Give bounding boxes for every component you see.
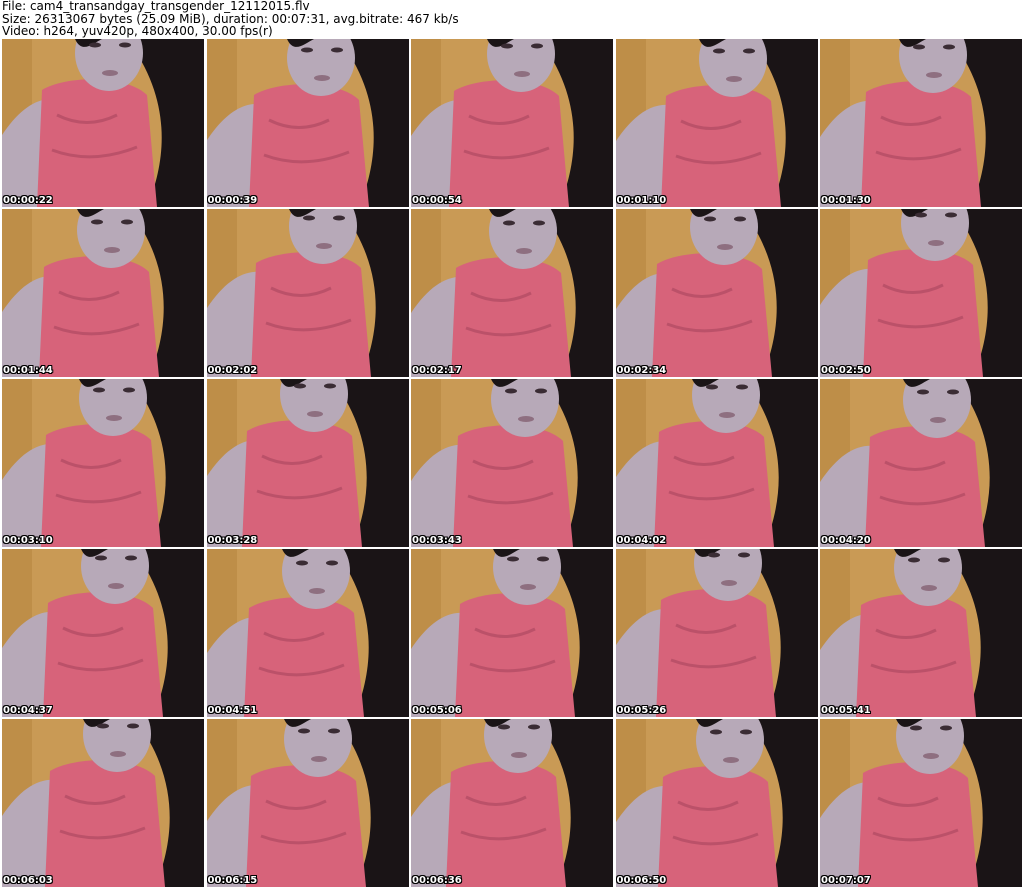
frame-timestamp: 00:00:22: [3, 195, 53, 206]
frame-timestamp: 00:03:43: [412, 535, 462, 546]
thumbnail-frame: 00:04:37: [2, 549, 204, 717]
frame-timestamp: 00:04:51: [207, 705, 258, 716]
frame-timestamp: 00:05:06: [412, 705, 462, 716]
video-frame-image: [2, 549, 204, 717]
video-frame-image: [615, 719, 818, 887]
video-frame-image: [820, 549, 1022, 717]
thumbnail-frame: 00:07:07: [820, 719, 1022, 887]
video-frame-image: [615, 549, 818, 717]
video-frame-image: [411, 379, 613, 547]
video-frame-image: [820, 379, 1022, 547]
thumbnail-frame: 00:04:51: [206, 549, 409, 717]
video-frame-image: [2, 39, 204, 207]
frame-timestamp: 00:00:54: [412, 195, 462, 206]
thumbnail-frame: 00:03:43: [411, 379, 613, 547]
video-frame-image: [2, 379, 204, 547]
frame-timestamp: 00:06:50: [616, 875, 667, 886]
frame-timestamp: 00:02:02: [207, 365, 258, 376]
thumbnail-frame: 00:01:10: [615, 39, 818, 207]
frame-timestamp: 00:01:30: [821, 195, 871, 206]
thumbnail-frame: 00:02:02: [206, 209, 409, 377]
thumbnail-frame: 00:06:50: [615, 719, 818, 887]
frame-timestamp: 00:01:44: [3, 365, 53, 376]
frame-timestamp: 00:04:20: [821, 535, 871, 546]
video-frame-image: [2, 719, 204, 887]
video-frame-image: [2, 209, 204, 377]
frame-timestamp: 00:06:36: [412, 875, 462, 886]
thumbnail-frame: 00:03:10: [2, 379, 204, 547]
video-frame-image: [206, 719, 409, 887]
video-frame-image: [206, 39, 409, 207]
video-frame-image: [206, 379, 409, 547]
thumbnail-frame: 00:06:36: [411, 719, 613, 887]
frame-timestamp: 00:06:15: [207, 875, 258, 886]
frame-timestamp: 00:02:34: [616, 365, 667, 376]
frame-timestamp: 00:02:17: [412, 365, 462, 376]
video-frame-image: [820, 719, 1022, 887]
thumbnail-frame: 00:05:26: [615, 549, 818, 717]
frame-timestamp: 00:03:10: [3, 535, 53, 546]
thumbnail-frame: 00:04:02: [615, 379, 818, 547]
thumbnail-frame: 00:05:06: [411, 549, 613, 717]
thumbnail-frame: 00:02:34: [615, 209, 818, 377]
thumbnail-frame: 00:00:22: [2, 39, 204, 207]
thumbnail-frame: 00:02:50: [820, 209, 1022, 377]
video-frame-image: [820, 39, 1022, 207]
file-name-line: File: cam4_transandgay_transgender_12112…: [2, 0, 310, 13]
thumbnail-frame: 00:06:15: [206, 719, 409, 887]
thumbnail-frame: 00:06:03: [2, 719, 204, 887]
frame-timestamp: 00:04:02: [616, 535, 667, 546]
video-frame-image: [411, 719, 613, 887]
frame-timestamp: 00:02:50: [821, 365, 871, 376]
thumbnail-frame: 00:01:44: [2, 209, 204, 377]
frame-timestamp: 00:05:26: [616, 705, 667, 716]
thumbnail-frame: 00:04:20: [820, 379, 1022, 547]
video-frame-image: [615, 379, 818, 547]
video-frame-image: [411, 209, 613, 377]
thumbnail-frame: 00:00:54: [411, 39, 613, 207]
frame-timestamp: 00:00:39: [207, 195, 258, 206]
video-frame-image: [411, 549, 613, 717]
frame-timestamp: 00:05:41: [821, 705, 871, 716]
video-frame-image: [411, 39, 613, 207]
thumbnail-frame: 00:05:41: [820, 549, 1022, 717]
file-info-header: File: cam4_transandgay_transgender_12112…: [2, 0, 1022, 38]
video-frame-image: [206, 549, 409, 717]
video-frame-image: [206, 209, 409, 377]
frame-timestamp: 00:06:03: [3, 875, 53, 886]
thumbnail-frame: 00:01:30: [820, 39, 1022, 207]
frame-timestamp: 00:03:28: [207, 535, 258, 546]
thumbnail-grid: 00:00:22 00:00:39 00:00:54 00:01:10 00:01:30…: [2, 39, 1022, 887]
frame-timestamp: 00:01:10: [616, 195, 667, 206]
video-frame-image: [615, 39, 818, 207]
video-info-line: Video: h264, yuv420p, 480x400, 30.00 fps…: [2, 24, 273, 39]
video-frame-image: [820, 209, 1022, 377]
video-frame-image: [615, 209, 818, 377]
thumbnail-frame: 00:03:28: [206, 379, 409, 547]
thumbnail-frame: 00:02:17: [411, 209, 613, 377]
frame-timestamp: 00:07:07: [821, 875, 871, 886]
thumbnail-frame: 00:00:39: [206, 39, 409, 207]
frame-timestamp: 00:04:37: [3, 705, 53, 716]
